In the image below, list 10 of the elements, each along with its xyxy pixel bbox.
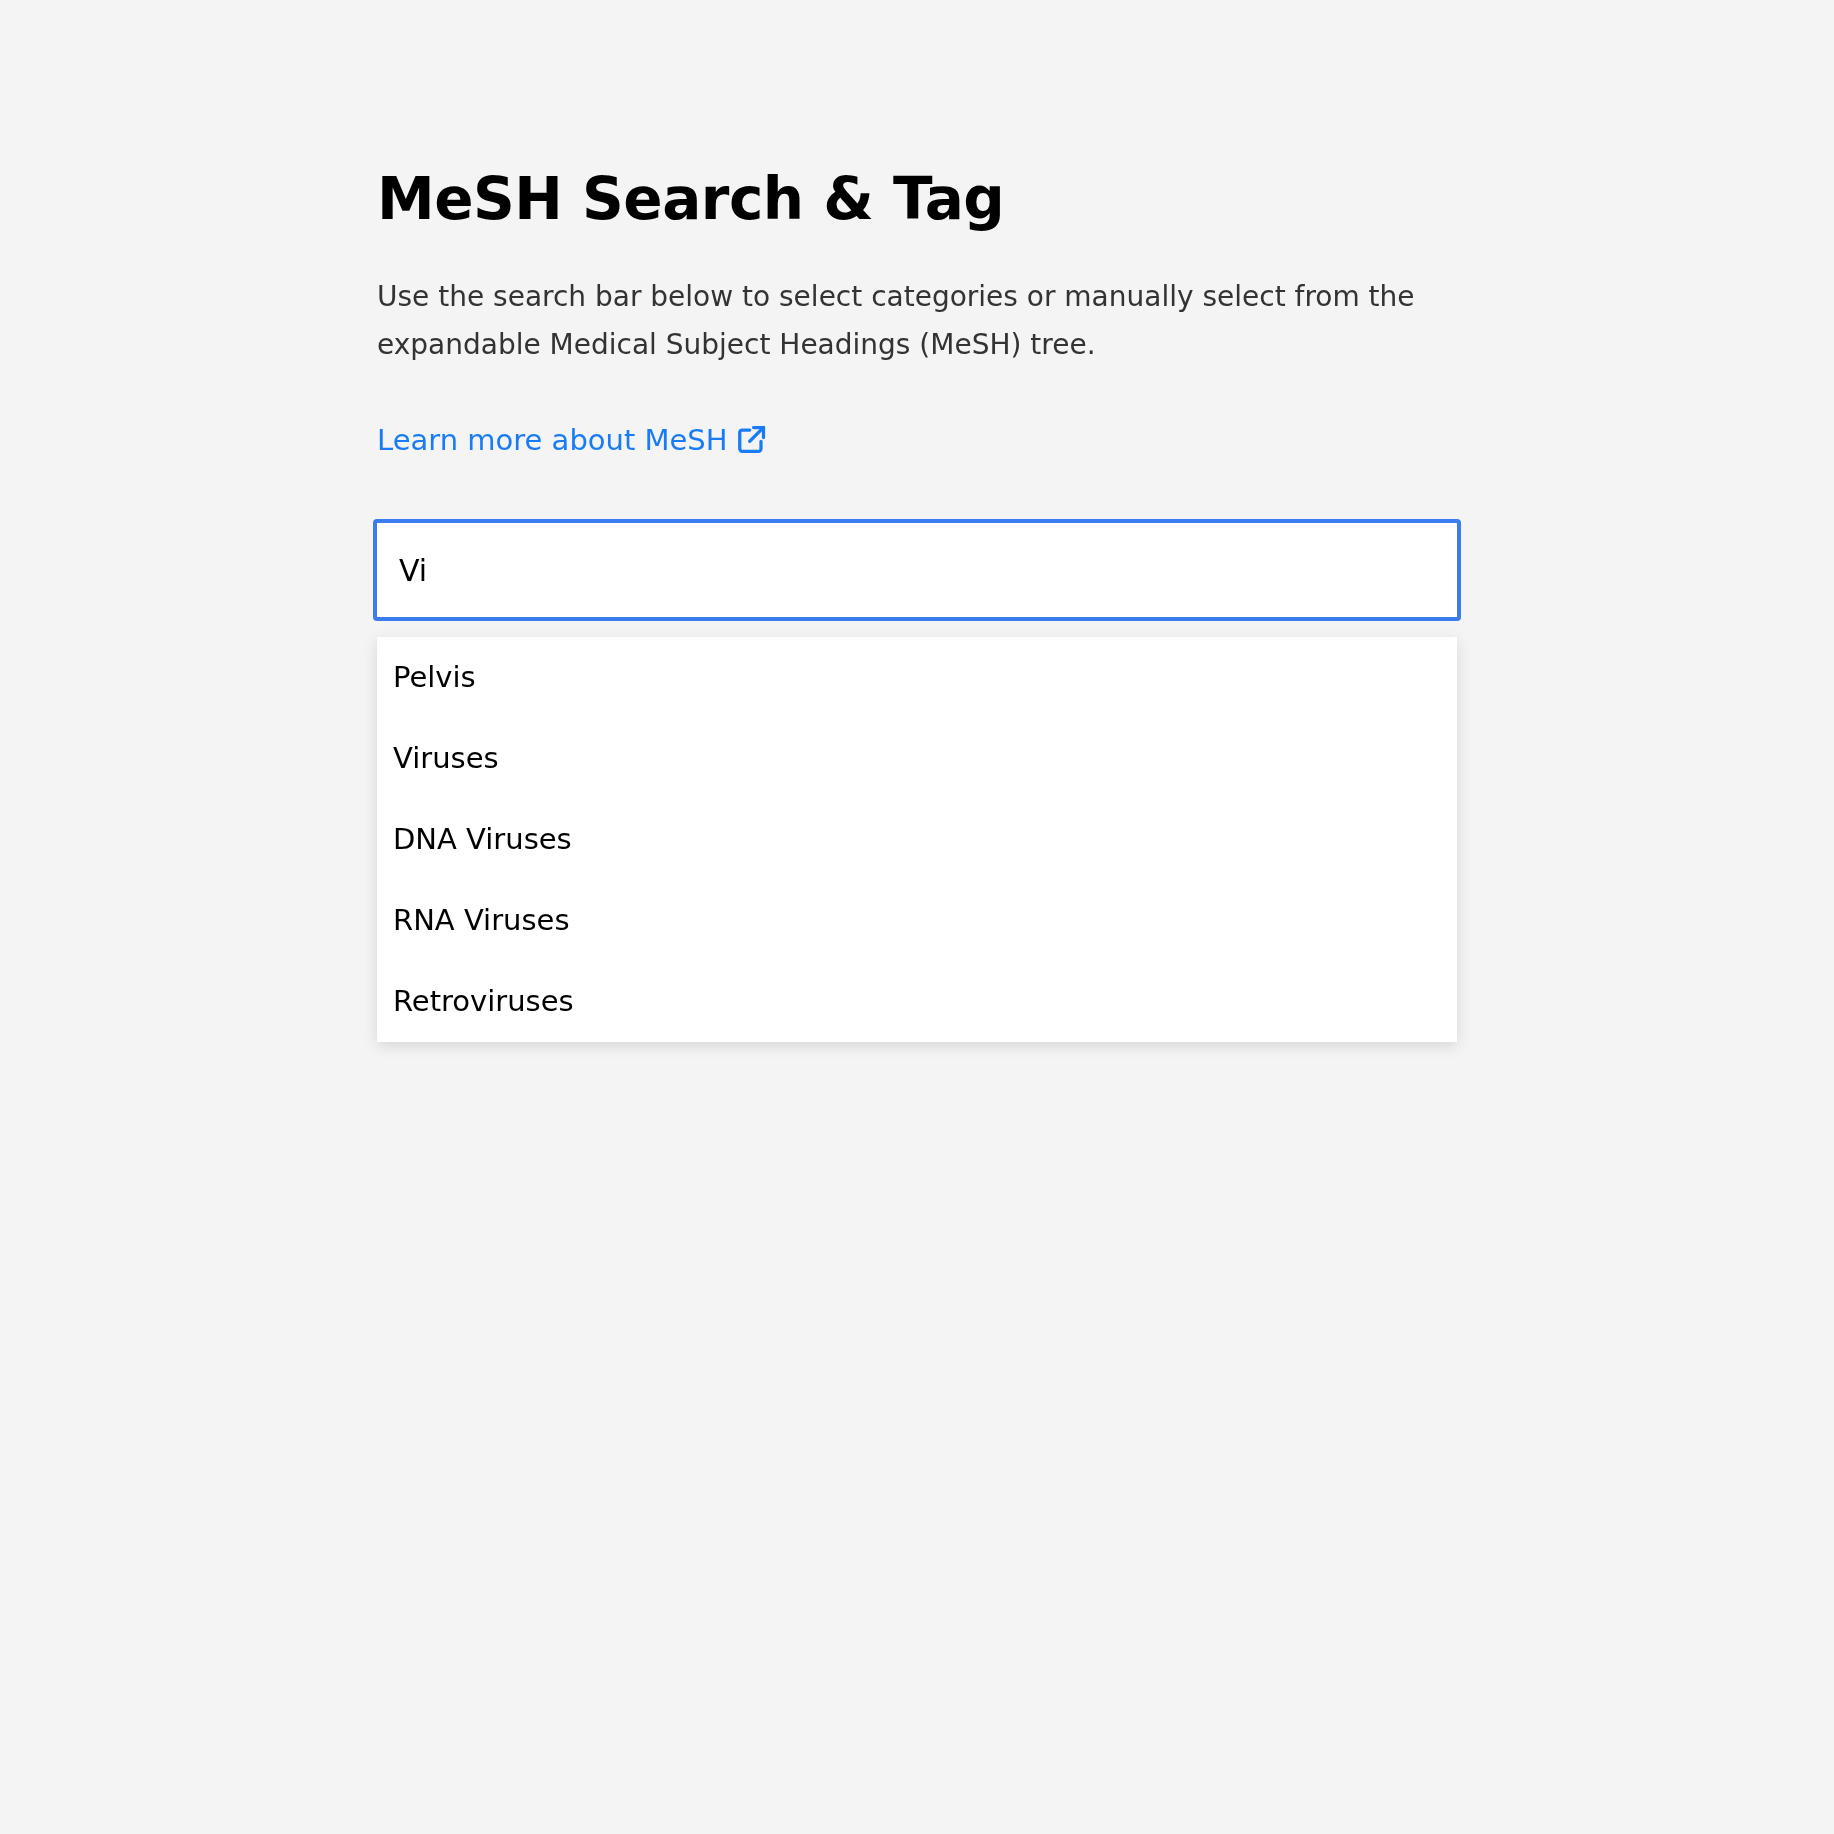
description-text: Use the search bar below to select categories or manually select from the expandable Medical Subject Headings (MeSH) tree. [377, 278, 1416, 363]
search-field[interactable]: Vi [374, 520, 1460, 621]
suggestion-item[interactable]: Pelvis [377, 637, 1457, 719]
suggestion-item[interactable]: RNA Viruses [377, 880, 1457, 962]
suggestion-item[interactable]: Retroviruses [377, 961, 1457, 1043]
external-link-icon [735, 425, 766, 456]
page-title: MeSH Search & Tag [377, 165, 1006, 235]
external-link[interactable]: Learn more about MeSH [377, 418, 766, 463]
suggestion-item[interactable]: DNA Viruses [377, 799, 1457, 881]
suggestion-item[interactable]: Viruses [377, 718, 1457, 800]
